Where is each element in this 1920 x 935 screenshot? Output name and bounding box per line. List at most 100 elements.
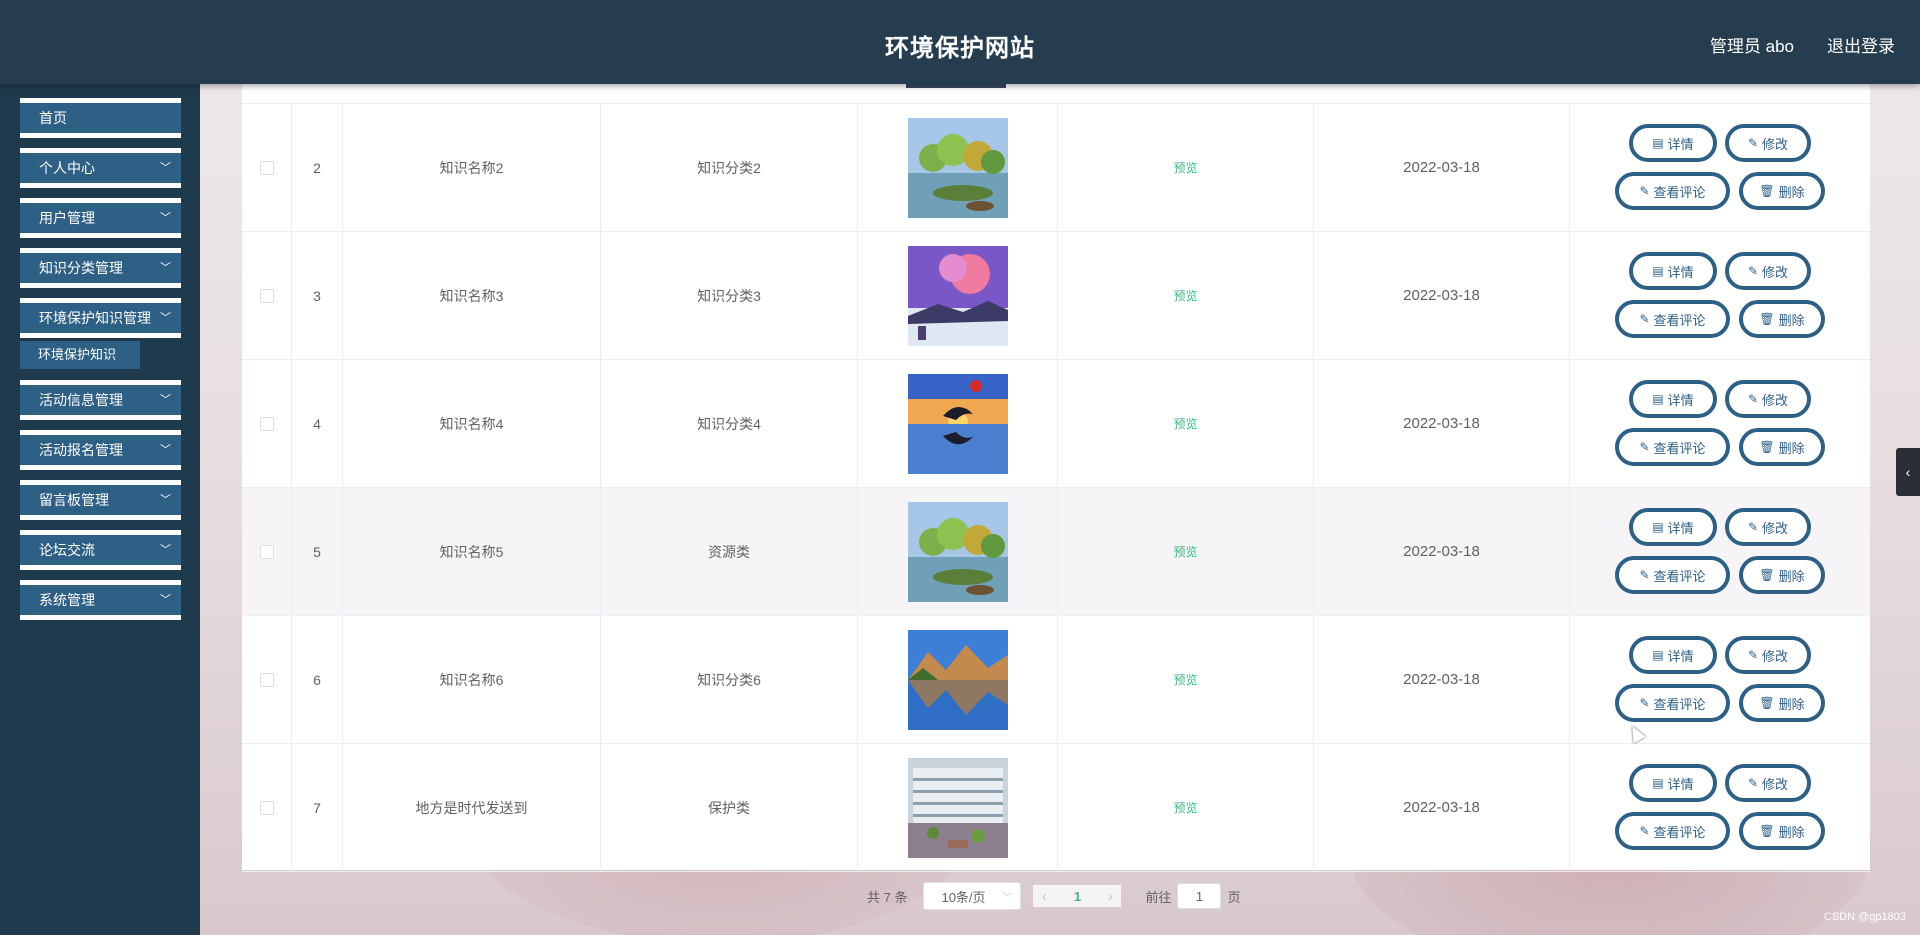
row-checkbox[interactable] bbox=[259, 288, 274, 303]
thumbnail-image[interactable] bbox=[907, 117, 1008, 218]
edit-button[interactable]: ✎ 修改 bbox=[1725, 380, 1811, 418]
sidebar-item-user-management[interactable]: 用户管理 ﹀ bbox=[20, 198, 181, 238]
chevron-right-icon: › bbox=[1108, 888, 1113, 904]
sidebar-item-personal-center[interactable]: 个人中心 ﹀ bbox=[20, 148, 181, 188]
row-checkbox[interactable] bbox=[259, 160, 274, 175]
row-checkbox-cell bbox=[242, 104, 292, 231]
edit-label: 修改 bbox=[1762, 136, 1789, 152]
actions-cell: ▤ 详情 ✎ 修改 ✎ 查看评论 🗑 删除 bbox=[1570, 616, 1870, 743]
row-checkbox[interactable] bbox=[259, 800, 274, 815]
edit-button[interactable]: ✎ 修改 bbox=[1725, 636, 1811, 674]
thumbnail-image[interactable] bbox=[907, 757, 1008, 858]
page-number-current[interactable]: 1 bbox=[1055, 885, 1100, 907]
knowledge-name: 知识名称4 bbox=[439, 415, 504, 432]
sidebar-item-home[interactable]: 首页 bbox=[20, 98, 181, 138]
chevron-down-icon: ﹀ bbox=[160, 494, 171, 506]
delete-button[interactable]: 🗑 删除 bbox=[1739, 684, 1825, 722]
next-page-button[interactable]: › bbox=[1099, 885, 1122, 907]
collapse-panel-button[interactable]: ‹ bbox=[1896, 448, 1920, 496]
edit-button[interactable]: ✎ 修改 bbox=[1725, 124, 1811, 162]
document-icon: ▤ bbox=[1652, 776, 1664, 790]
delete-button[interactable]: 🗑 删除 bbox=[1739, 300, 1825, 338]
category-cell: 知识分类2 bbox=[601, 104, 858, 231]
image-cell bbox=[858, 616, 1058, 743]
row-checkbox[interactable] bbox=[259, 544, 274, 559]
detail-button[interactable]: ▤ 详情 bbox=[1629, 380, 1717, 418]
logout-link[interactable]: 退出登录 bbox=[1827, 32, 1895, 57]
edit-icon: ✎ bbox=[1639, 824, 1650, 838]
main-content: 2 知识名称2 知识分类2 预览 2022-03-18 ▤ 详情 ✎ 修改 ✎ 查看评论 🗑 删除 3 知识… bbox=[200, 84, 1920, 935]
document-icon: ▤ bbox=[1652, 264, 1664, 278]
detail-label: 详情 bbox=[1667, 136, 1694, 152]
detail-label: 详情 bbox=[1667, 264, 1694, 280]
sidebar-item-activity-info[interactable]: 活动信息管理 ﹀ bbox=[20, 380, 181, 420]
view-comments-button[interactable]: ✎ 查看评论 bbox=[1615, 428, 1730, 466]
detail-button[interactable]: ▤ 详情 bbox=[1629, 636, 1717, 674]
view-comments-button[interactable]: ✎ 查看评论 bbox=[1615, 684, 1730, 722]
detail-button[interactable]: ▤ 详情 bbox=[1629, 508, 1717, 546]
delete-button[interactable]: 🗑 删除 bbox=[1739, 172, 1825, 210]
thumbnail-image[interactable] bbox=[907, 245, 1008, 346]
document-icon: ▤ bbox=[1652, 520, 1664, 534]
row-checkbox-cell bbox=[242, 232, 292, 359]
knowledge-category: 知识分类3 bbox=[697, 287, 761, 304]
view-comments-button[interactable]: ✎ 查看评论 bbox=[1615, 556, 1730, 594]
admin-label: 管理员 abo bbox=[1709, 37, 1794, 56]
delete-button[interactable]: 🗑 删除 bbox=[1739, 556, 1825, 594]
document-icon: ▤ bbox=[1652, 392, 1664, 406]
table-row: 3 知识名称3 知识分类3 预览 2022-03-18 ▤ 详情 ✎ 修改 ✎ 查看评论 🗑 删除 bbox=[242, 232, 1870, 360]
knowledge-name: 知识名称3 bbox=[439, 287, 504, 304]
image-cell bbox=[858, 488, 1058, 615]
edit-label: 修改 bbox=[1762, 776, 1789, 792]
prev-page-button[interactable]: ‹ bbox=[1033, 885, 1056, 907]
trash-icon: 🗑 bbox=[1759, 696, 1775, 710]
chevron-down-icon: ﹀ bbox=[160, 262, 171, 274]
edit-label: 修改 bbox=[1762, 392, 1789, 408]
sidebar-item-label: 环境保护知识管理 bbox=[39, 310, 151, 326]
delete-label: 删除 bbox=[1778, 184, 1805, 200]
actions-cell: ▤ 详情 ✎ 修改 ✎ 查看评论 🗑 删除 bbox=[1570, 360, 1870, 487]
pagination: 共 7 条 10条/页 ﹀ ‹ 1 › 前往 1 页 bbox=[867, 882, 1241, 910]
edit-button[interactable]: ✎ 修改 bbox=[1725, 508, 1811, 546]
preview-link[interactable]: 预览 bbox=[1173, 799, 1197, 816]
preview-link[interactable]: 预览 bbox=[1173, 159, 1197, 176]
view-comments-button[interactable]: ✎ 查看评论 bbox=[1615, 172, 1730, 210]
delete-label: 删除 bbox=[1778, 312, 1805, 328]
knowledge-name-cell: 知识名称3 bbox=[343, 232, 601, 359]
view-comments-button[interactable]: ✎ 查看评论 bbox=[1615, 812, 1730, 850]
preview-link[interactable]: 预览 bbox=[1173, 415, 1197, 432]
delete-button[interactable]: 🗑 删除 bbox=[1739, 428, 1825, 466]
sidebar-item-activity-signup[interactable]: 活动报名管理 ﹀ bbox=[20, 430, 181, 470]
detail-button[interactable]: ▤ 详情 bbox=[1629, 252, 1717, 290]
detail-label: 详情 bbox=[1667, 392, 1694, 408]
sidebar-item-category-management[interactable]: 知识分类管理 ﹀ bbox=[20, 248, 181, 288]
view-comments-button[interactable]: ✎ 查看评论 bbox=[1615, 300, 1730, 338]
page-size-select[interactable]: 10条/页 ﹀ bbox=[923, 882, 1022, 910]
edit-button[interactable]: ✎ 修改 bbox=[1725, 764, 1811, 802]
goto-page-input[interactable]: 1 bbox=[1177, 883, 1222, 909]
knowledge-name: 知识名称6 bbox=[439, 671, 504, 688]
knowledge-category: 知识分类6 bbox=[697, 671, 761, 688]
sidebar-item-message-board[interactable]: 留言板管理 ﹀ bbox=[20, 480, 181, 520]
row-checkbox[interactable] bbox=[259, 672, 274, 687]
row-index: 5 bbox=[292, 488, 343, 615]
preview-link[interactable]: 预览 bbox=[1173, 543, 1197, 560]
edit-button[interactable]: ✎ 修改 bbox=[1725, 252, 1811, 290]
sidebar-item-label: 个人中心 bbox=[39, 160, 95, 176]
thumbnail-image[interactable] bbox=[907, 501, 1008, 602]
preview-link[interactable]: 预览 bbox=[1173, 287, 1197, 304]
chevron-down-icon: ﹀ bbox=[160, 544, 171, 556]
row-checkbox[interactable] bbox=[259, 416, 274, 431]
sidebar-item-knowledge-management[interactable]: 环境保护知识管理 ﹀ bbox=[20, 298, 181, 338]
sidebar-subitem-knowledge[interactable]: 环境保护知识 bbox=[20, 341, 140, 369]
delete-button[interactable]: 🗑 删除 bbox=[1739, 812, 1825, 850]
preview-link[interactable]: 预览 bbox=[1173, 671, 1197, 688]
detail-button[interactable]: ▤ 详情 bbox=[1629, 764, 1717, 802]
knowledge-name-cell: 知识名称6 bbox=[343, 616, 601, 743]
thumbnail-image[interactable] bbox=[907, 629, 1008, 730]
sidebar-item-system[interactable]: 系统管理 ﹀ bbox=[20, 580, 181, 620]
detail-button[interactable]: ▤ 详情 bbox=[1629, 124, 1717, 162]
knowledge-name-cell: 知识名称4 bbox=[343, 360, 601, 487]
thumbnail-image[interactable] bbox=[907, 373, 1008, 474]
sidebar-item-forum[interactable]: 论坛交流 ﹀ bbox=[20, 530, 181, 570]
